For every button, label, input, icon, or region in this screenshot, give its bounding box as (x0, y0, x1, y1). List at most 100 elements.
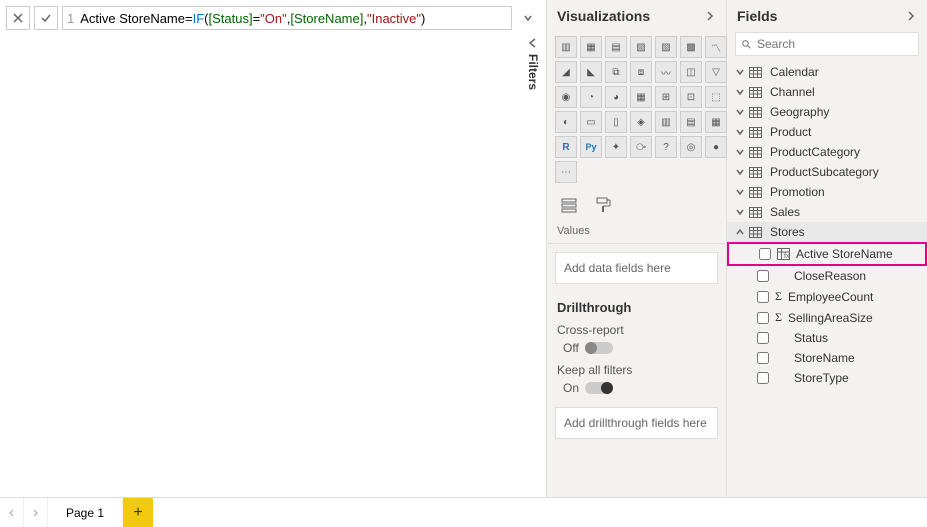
table-calendar[interactable]: Calendar (727, 62, 927, 82)
field-storetype[interactable]: StoreType (727, 368, 927, 388)
field-checkbox[interactable] (759, 248, 771, 260)
viz-pie[interactable]: ◔ (580, 86, 602, 108)
viz-line-stacked-column[interactable]: ⧉ (605, 61, 627, 83)
page-tab-1[interactable]: Page 1 (48, 498, 123, 527)
viz-slicer[interactable]: ▥ (655, 111, 677, 133)
table-icon (749, 67, 762, 78)
table-geography[interactable]: Geography (727, 102, 927, 122)
table-icon (749, 127, 762, 138)
viz-decomposition-tree[interactable]: ⧂ (630, 136, 652, 158)
field-checkbox[interactable] (757, 312, 769, 324)
values-drop-well[interactable]: Add data fields here (555, 252, 718, 284)
table-productsubcategory[interactable]: ProductSubcategory (727, 162, 927, 182)
search-input[interactable] (757, 37, 912, 51)
fields-well-tab[interactable] (557, 193, 581, 217)
table-icon (749, 187, 762, 198)
line-number: 1 (67, 11, 74, 26)
viz-clustered-column[interactable]: ▧ (630, 36, 652, 58)
add-page-button[interactable]: + (123, 498, 153, 527)
viz-kpi[interactable]: ◈ (630, 111, 652, 133)
chevron-down-icon (523, 13, 533, 23)
keep-filters-toggle[interactable]: On (557, 381, 716, 395)
viz-scatter[interactable]: ◉ (555, 86, 577, 108)
formula-bar: 1 Active StoreName = IF ( [Status] = "On… (0, 0, 546, 30)
table-product[interactable]: Product (727, 122, 927, 142)
field-checkbox[interactable] (757, 270, 769, 282)
viz-ribbon[interactable]: 〰 (655, 61, 677, 83)
field-checkbox[interactable] (757, 352, 769, 364)
viz-stacked-column[interactable]: ▦ (580, 36, 602, 58)
field-storename[interactable]: StoreName (727, 348, 927, 368)
viz-paginated[interactable]: ◎ (680, 136, 702, 158)
table-icon (749, 167, 762, 178)
field-tree: CalendarChannelGeographyProductProductCa… (727, 62, 927, 497)
viz-donut[interactable]: ◕ (605, 86, 627, 108)
cross-report-toggle[interactable]: Off (557, 341, 716, 355)
field-checkbox[interactable] (757, 291, 769, 303)
viz-r-visual[interactable]: R (555, 136, 577, 158)
viz-card[interactable]: ▭ (580, 111, 602, 133)
viz-gauge[interactable]: ◐ (555, 111, 577, 133)
viz-shape-map[interactable]: ⬚ (705, 86, 727, 108)
table-channel[interactable]: Channel (727, 82, 927, 102)
formula-input[interactable]: 1 Active StoreName = IF ( [Status] = "On… (62, 6, 512, 30)
table-promotion[interactable]: Promotion (727, 182, 927, 202)
formula-cancel-button[interactable] (6, 6, 30, 30)
viz-qna[interactable]: ? (655, 136, 677, 158)
visualizations-header[interactable]: Visualizations (547, 0, 726, 32)
values-label: Values (547, 223, 726, 244)
chevron-up-icon (735, 227, 745, 237)
formula-expand-button[interactable] (516, 6, 540, 30)
calculated-column-icon: fx (777, 248, 790, 260)
table-sales[interactable]: Sales (727, 202, 927, 222)
chevron-down-icon (735, 107, 745, 117)
filters-pane-collapsed[interactable]: Filters (520, 30, 546, 130)
field-checkbox[interactable] (757, 372, 769, 384)
viz-arcgis[interactable]: ● (705, 136, 727, 158)
report-canvas[interactable] (0, 30, 546, 497)
viz-more[interactable]: ⋯ (555, 161, 577, 183)
table-productcategory[interactable]: ProductCategory (727, 142, 927, 162)
fields-header[interactable]: Fields (727, 0, 927, 32)
report-canvas-area: 1 Active StoreName = IF ( [Status] = "On… (0, 0, 547, 497)
viz-waterfall[interactable]: ◫ (680, 61, 702, 83)
sigma-icon: Σ (775, 289, 782, 304)
viz-clustered-bar[interactable]: ▤ (605, 36, 627, 58)
viz-stacked-bar[interactable]: ▥ (555, 36, 577, 58)
viz-stacked-area[interactable]: ◣ (580, 61, 602, 83)
field-employeecount[interactable]: ΣEmployeeCount (727, 286, 927, 307)
field-active-storename[interactable]: fxActive StoreName (727, 242, 927, 266)
viz-filled-map[interactable]: ⊡ (680, 86, 702, 108)
viz-area[interactable]: ◢ (555, 61, 577, 83)
visualization-gallery: ▥▦▤▧▨▩〽◢◣⧉⧈〰◫▽◉◔◕▦⊞⊡⬚◐▭▯◈▥▤▦RPy✦⧂?◎●⋯ (547, 32, 726, 187)
close-icon (12, 12, 24, 24)
field-status[interactable]: Status (727, 328, 927, 348)
viz-100-stacked-bar[interactable]: ▨ (655, 36, 677, 58)
field-closereason[interactable]: CloseReason (727, 266, 927, 286)
formula-commit-button[interactable] (34, 6, 58, 30)
field-checkbox[interactable] (757, 332, 769, 344)
chevron-down-icon (735, 67, 745, 77)
drillthrough-drop-well[interactable]: Add drillthrough fields here (555, 407, 718, 439)
viz-funnel[interactable]: ▽ (705, 61, 727, 83)
field-sellingareasize[interactable]: ΣSellingAreaSize (727, 307, 927, 328)
viz-treemap[interactable]: ▦ (630, 86, 652, 108)
tab-nav-prev[interactable]: ‹ (0, 498, 24, 527)
format-tab[interactable] (591, 193, 615, 217)
viz-table[interactable]: ▤ (680, 111, 702, 133)
table-stores[interactable]: Stores (727, 222, 927, 242)
cross-report-label: Cross-report (557, 323, 716, 337)
viz-multi-row-card[interactable]: ▯ (605, 111, 627, 133)
viz-100-stacked-column[interactable]: ▩ (680, 36, 702, 58)
viz-key-influencers[interactable]: ✦ (605, 136, 627, 158)
tab-nav-next[interactable]: › (24, 498, 48, 527)
fields-search[interactable] (735, 32, 919, 56)
chevron-down-icon (735, 127, 745, 137)
viz-python-visual[interactable]: Py (580, 136, 602, 158)
table-icon (749, 147, 762, 158)
viz-line[interactable]: 〽 (705, 36, 727, 58)
viz-map[interactable]: ⊞ (655, 86, 677, 108)
fields-pane: Fields CalendarChannelGeographyProductPr… (727, 0, 927, 497)
viz-matrix[interactable]: ▦ (705, 111, 727, 133)
viz-line-clustered-column[interactable]: ⧈ (630, 61, 652, 83)
